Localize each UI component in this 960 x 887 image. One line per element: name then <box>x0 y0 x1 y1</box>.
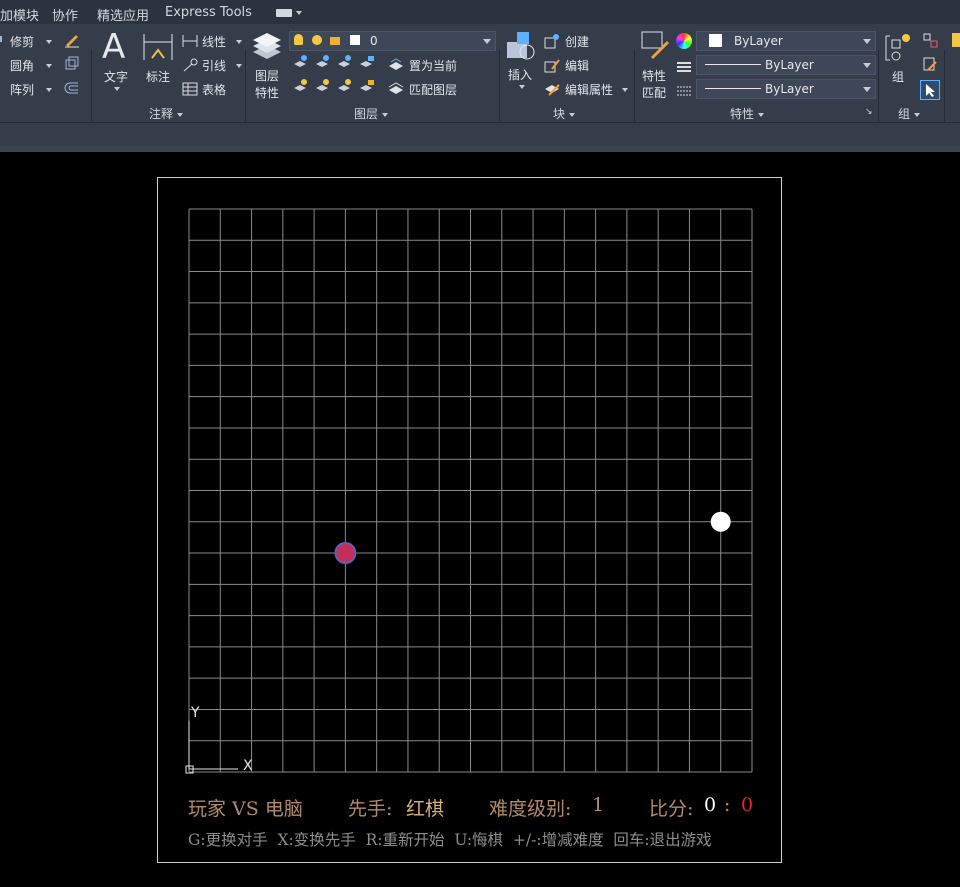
group-button[interactable]: 组 <box>892 68 904 85</box>
bulb-icon <box>294 34 303 45</box>
tab-overflow-button[interactable] <box>276 9 292 17</box>
score-red: 0 <box>741 794 754 816</box>
lineweight-preview <box>705 88 761 89</box>
insert-button[interactable]: 插入 <box>508 66 532 83</box>
block-panel-title[interactable]: 块 <box>553 105 576 122</box>
unlock-icon <box>330 37 340 45</box>
ucs-icon: Y X <box>185 705 253 774</box>
sun-icon <box>312 35 322 45</box>
linetype-preview <box>705 64 761 65</box>
help-text: G:更换对手 X:变换先手 R:重新开始 U:悔棋 +/-:增减难度 回车:退出… <box>188 831 712 849</box>
text-icon[interactable]: A <box>102 30 125 64</box>
layer-tools-icons[interactable] <box>292 54 392 102</box>
score-separator: : <box>724 794 731 816</box>
chevron-down-icon[interactable] <box>296 11 302 15</box>
edit-block-icon <box>544 57 560 77</box>
color-value: ByLayer <box>734 34 783 48</box>
trim-icon <box>0 36 8 42</box>
set-current-icon <box>388 57 404 76</box>
offset-icon[interactable] <box>64 80 80 100</box>
insert-block-icon[interactable] <box>505 30 537 66</box>
linear-dim-icon <box>182 33 198 52</box>
linetype-value: ByLayer <box>765 58 814 72</box>
group-selection-icon[interactable] <box>920 80 940 100</box>
layers-panel-title[interactable]: 图层 <box>354 105 389 122</box>
ucs-x-label: X <box>243 758 253 774</box>
text-button[interactable]: 文字 <box>104 68 128 85</box>
group-edit-icon[interactable] <box>922 56 938 76</box>
first-move-label: 先手: <box>348 798 393 820</box>
tab-featured-apps[interactable]: 精选应用 <box>97 5 149 24</box>
color-dropdown[interactable]: ByLayer <box>696 31 876 51</box>
linetype-icon <box>676 59 692 78</box>
group-icon[interactable] <box>882 32 914 68</box>
color-swatch-white <box>709 34 722 47</box>
dimension-button[interactable]: 标注 <box>146 68 170 85</box>
set-current-button[interactable]: 置为当前 <box>409 57 457 74</box>
board-grid <box>188 208 753 773</box>
tab-addins[interactable]: 加模块 <box>0 5 39 24</box>
lineweight-value: ByLayer <box>765 82 814 96</box>
linear-dim-button[interactable]: 线性 <box>202 33 226 50</box>
first-move-value: 红棋 <box>406 798 445 820</box>
erase-icon[interactable] <box>64 32 79 48</box>
score-white: 0 <box>704 794 717 816</box>
leader-icon <box>182 57 198 76</box>
create-block-button[interactable]: 创建 <box>565 33 589 50</box>
color-swatch-icon <box>350 35 360 45</box>
ribbon: 加模块 协作 精选应用 Express Tools 修剪 圆角 阵列 A 文字 <box>0 0 960 152</box>
table-icon <box>182 81 198 100</box>
groups-panel-title[interactable]: 组 <box>898 105 921 122</box>
layer-properties-icon[interactable] <box>251 30 283 64</box>
difficulty-value: 1 <box>592 794 605 816</box>
gomoku-board[interactable]: Y X <box>158 178 781 862</box>
color-wheel-icon[interactable] <box>676 33 692 49</box>
ribbon-tab-bar: 加模块 协作 精选应用 Express Tools <box>0 0 960 24</box>
layer-dropdown[interactable]: 0 <box>289 31 496 51</box>
linetype-dropdown[interactable]: ByLayer <box>696 55 876 75</box>
layer-properties-button[interactable]: 图层 特性 <box>255 68 279 102</box>
score-label: 比分: <box>649 798 694 820</box>
explode-icon[interactable] <box>64 56 80 76</box>
properties-panel-title[interactable]: 特性 <box>730 105 765 122</box>
leader-button[interactable]: 引线 <box>202 57 226 74</box>
lineweight-icon <box>676 83 692 102</box>
edit-attributes-icon <box>544 81 560 101</box>
match-properties-button[interactable]: 特性 匹配 <box>642 68 666 102</box>
match-properties-icon[interactable] <box>640 30 672 64</box>
edit-attributes-button[interactable]: 编辑属性 <box>565 81 613 98</box>
match-layer-icon <box>388 81 404 100</box>
annotation-panel-title[interactable]: 注释 <box>149 105 184 122</box>
fillet-button[interactable]: 圆角 <box>10 57 34 74</box>
create-block-icon <box>544 33 560 53</box>
match-layer-button[interactable]: 匹配图层 <box>409 81 457 98</box>
tab-express-tools[interactable]: Express Tools <box>165 5 252 20</box>
ungroup-icon[interactable] <box>922 32 938 52</box>
table-button[interactable]: 表格 <box>202 81 226 98</box>
tab-collaborate[interactable]: 协作 <box>52 5 78 24</box>
trim-button[interactable]: 修剪 <box>10 33 34 50</box>
next-panel-icon[interactable] <box>952 33 960 47</box>
difficulty-label: 难度级别: <box>489 798 572 820</box>
ribbon-panels: 修剪 圆角 阵列 A 文字 标注 线性 引线 表格 图层 特性 0 置为当前 匹… <box>0 24 960 146</box>
current-layer-name: 0 <box>370 34 378 48</box>
array-button[interactable]: 阵列 <box>10 81 34 98</box>
ucs-y-label: Y <box>190 705 200 721</box>
game-frame: Y X 玩家 VS 电脑 先手: 红棋 难度级别: 1 比分: 0 : 0 G:… <box>157 177 782 863</box>
red-stone <box>334 542 357 565</box>
lineweight-dropdown[interactable]: ByLayer <box>696 79 876 99</box>
properties-dialog-launcher[interactable]: ↘ <box>865 107 873 117</box>
players-text: 玩家 VS 电脑 <box>188 798 303 820</box>
edit-block-button[interactable]: 编辑 <box>565 57 589 74</box>
dimension-icon[interactable] <box>142 32 174 66</box>
white-stone <box>710 511 731 532</box>
